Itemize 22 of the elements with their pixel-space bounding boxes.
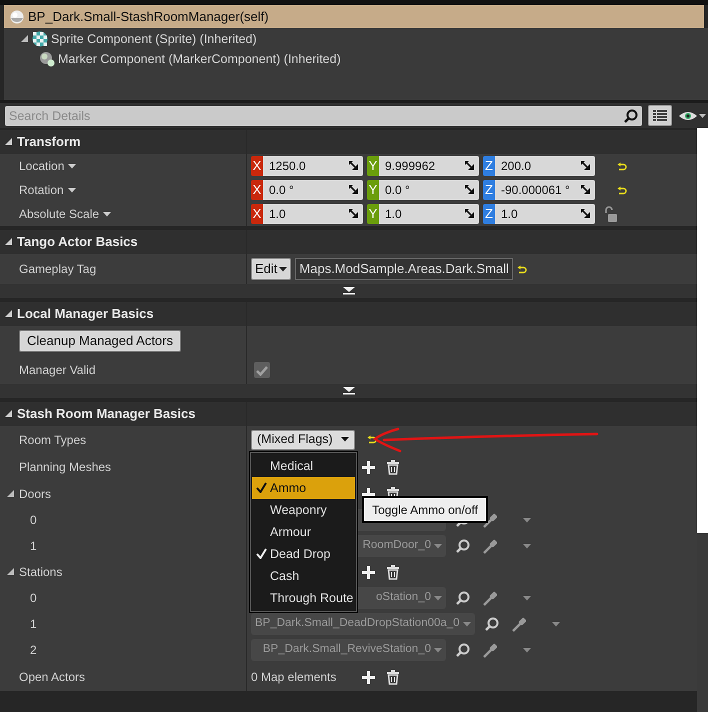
property-label: Rotation <box>19 182 64 199</box>
property-label: Open Actors <box>19 669 86 686</box>
section-title: Stash Room Manager Basics <box>17 405 196 424</box>
index-label: 0 <box>30 512 37 529</box>
property-label: Room Types <box>19 432 86 448</box>
property-label: Planning Meshes <box>19 459 112 476</box>
index-label: 1 <box>30 616 37 633</box>
section-title: Transform <box>17 133 81 152</box>
tooltip: Toggle Ammo on/off <box>362 496 488 523</box>
section-title: Local Manager Basics <box>17 305 154 324</box>
property-label: Stations <box>19 564 62 581</box>
property-label: Gameplay Tag <box>19 261 96 278</box>
property-label: Location <box>19 158 64 175</box>
property-label: Absolute Scale <box>19 206 100 223</box>
section-title: Tango Actor Basics <box>17 233 138 252</box>
property-label: Doors <box>19 486 52 503</box>
index-label: 0 <box>30 590 37 607</box>
property-label: Manager Valid <box>19 362 96 379</box>
index-label: 1 <box>30 538 37 555</box>
window-title: BP_Dark.Small-StashRoomManager(self) <box>28 8 269 26</box>
index-label: 2 <box>30 642 37 659</box>
element-count: 0 Map elements <box>251 669 338 686</box>
